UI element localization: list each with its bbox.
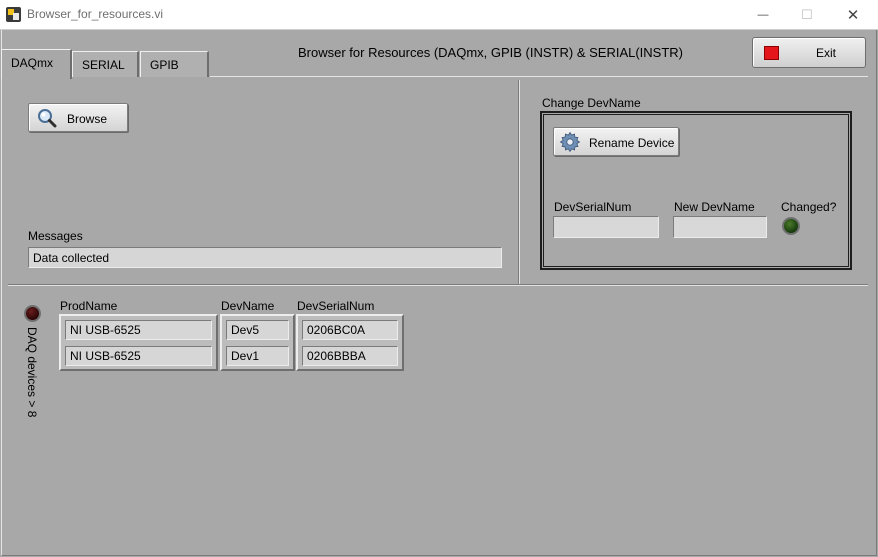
messages-label: Messages [28,229,83,243]
close-icon: ✕ [846,6,860,24]
title-bar: Browser_for_resources.vi — ☐ ✕ [0,0,878,30]
table-cell: Dev5 [226,320,289,340]
prodname-array: NI USB-6525 NI USB-6525 [59,314,218,371]
rename-device-button-label: Rename Device [589,136,675,150]
new-devname-label: New DevName [674,200,755,214]
tab-divider [210,76,518,77]
horizontal-splitter[interactable] [8,284,868,286]
table-cell: Dev1 [226,346,289,366]
maximize-icon: ☐ [801,6,813,22]
tab-label: DAQmx [11,56,53,70]
new-devname-field[interactable] [673,216,767,238]
devserialnum-array: 0206BC0A 0206BBBA [296,314,404,371]
tab-serial[interactable]: SERIAL [72,51,139,77]
gear-icon [559,131,581,153]
stop-square-icon [764,46,779,60]
daq-devices-led-indicator [24,305,41,322]
exit-button[interactable]: Exit [752,37,866,68]
table-cell: NI USB-6525 [65,346,212,366]
daq-devices-label: DAQ devices > 8 [25,327,39,418]
labview-app-icon [6,7,21,22]
column-header-prodname: ProdName [60,299,118,313]
magnifier-icon [38,109,57,128]
tab-label: SERIAL [82,58,125,72]
dev-serial-num-label: DevSerialNum [554,200,632,214]
table-cell: NI USB-6525 [65,320,212,340]
change-devname-title: Change DevName [542,96,641,110]
devname-array: Dev5 Dev1 [220,314,295,371]
close-button[interactable]: ✕ [830,0,876,29]
table-cell: 0206BC0A [302,320,398,340]
column-header-devserialnum: DevSerialNum [297,299,375,313]
tab-gpib[interactable]: GPIB [140,51,209,77]
front-panel [1,30,877,556]
vertical-splitter[interactable] [518,80,520,285]
exit-button-label: Exit [816,46,837,60]
tab-divider [518,76,868,77]
dev-serial-num-field[interactable] [553,216,659,238]
minimize-icon: — [757,8,769,21]
maximize-button[interactable]: ☐ [784,0,830,29]
tab-daqmx[interactable]: DAQmx [1,49,72,79]
tab-label: GPIB [150,58,179,72]
rename-device-button[interactable]: Rename Device [553,127,679,156]
changed-label: Changed? [781,200,837,214]
minimize-button[interactable]: — [740,0,786,29]
column-header-devname: DevName [221,299,275,313]
page-title: Browser for Resources (DAQmx, GPIB (INST… [298,45,684,60]
browse-button-label: Browse [67,112,108,126]
messages-field: Data collected [28,247,502,268]
window-title: Browser_for_resources.vi [27,7,164,21]
table-cell: 0206BBBA [302,346,398,366]
browse-button[interactable]: Browse [28,103,128,132]
changed-led-indicator [782,217,800,235]
